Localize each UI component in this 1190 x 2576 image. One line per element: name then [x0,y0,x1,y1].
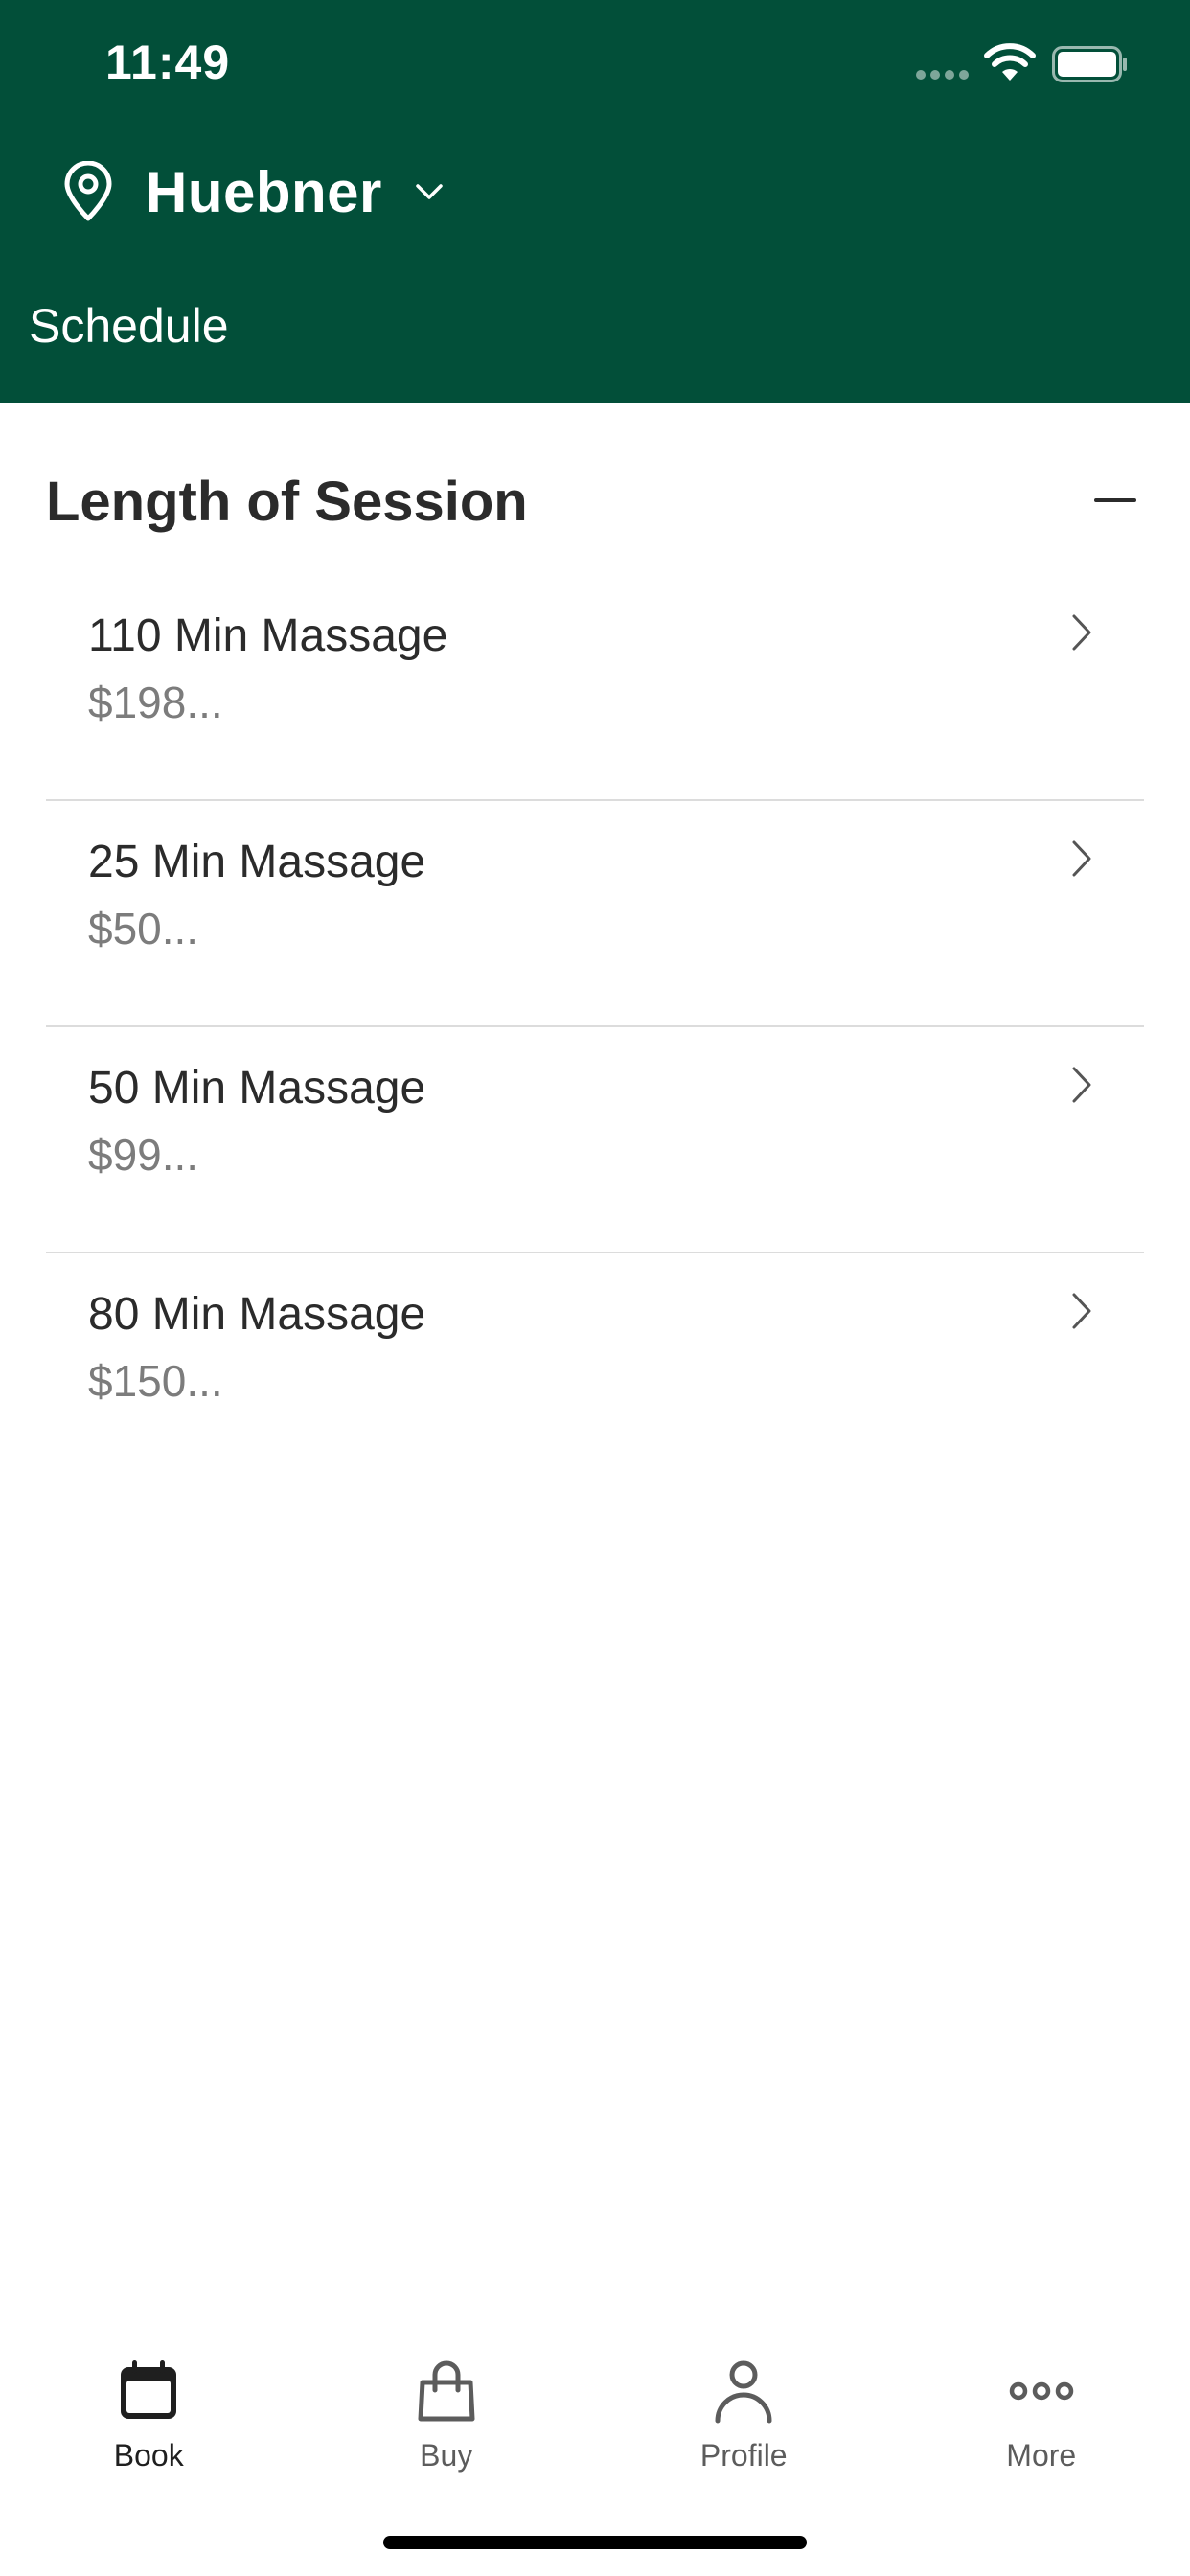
service-price: $50... [88,904,199,954]
service-name: 110 Min Massage [88,610,448,661]
tab-label: Buy [420,2438,473,2472]
tab-label: Book [113,2438,184,2472]
tab-label: Profile [699,2438,788,2472]
service-price: $198... [88,678,223,727]
chevron-right-icon [1072,614,1091,651]
service-price: $150... [88,1356,223,1406]
chevron-down-icon [416,184,443,199]
list-item[interactable]: 80 Min Massage $150... [46,1254,1144,1480]
chevron-right-icon [1072,840,1091,877]
location-pin-icon [64,161,112,221]
person-icon [715,2360,772,2424]
list-item[interactable]: 25 Min Massage $50... [46,801,1144,1027]
tab-profile[interactable]: Profile [595,2338,893,2482]
collapse-minus-icon[interactable] [1094,498,1136,502]
section-title: Length of Session [46,471,528,533]
service-name: 25 Min Massage [88,837,426,887]
list-item[interactable]: 110 Min Massage $198... [46,575,1144,801]
more-dots-icon [1009,2381,1073,2401]
service-price: $99... [88,1130,199,1180]
page-subtitle: Schedule [29,299,229,353]
calendar-icon [121,2360,177,2419]
tab-book[interactable]: Book [0,2338,298,2482]
shopping-bag-icon [418,2360,475,2422]
home-indicator[interactable] [383,2536,807,2549]
service-name: 80 Min Massage [88,1289,426,1340]
chevron-right-icon [1072,1293,1091,1329]
tab-bar: Book Buy Profile More [0,2338,1190,2482]
list-item[interactable]: 50 Min Massage $99... [46,1027,1144,1254]
service-list: 110 Min Massage $198... 25 Min Massage $… [46,575,1144,1480]
tab-more[interactable]: More [893,2338,1190,2482]
tab-buy[interactable]: Buy [298,2338,596,2482]
cellular-signal-icon [916,70,969,80]
status-time: 11:49 [105,35,231,89]
location-name: Huebner [146,159,382,224]
wifi-icon [984,43,1036,80]
chevron-right-icon [1072,1067,1091,1103]
location-selector[interactable]: Huebner [59,153,444,230]
header: 11:49 Huebner Schedule [0,0,1190,402]
tab-label: More [1006,2438,1077,2472]
service-name: 50 Min Massage [88,1063,426,1114]
battery-icon [1052,46,1127,82]
